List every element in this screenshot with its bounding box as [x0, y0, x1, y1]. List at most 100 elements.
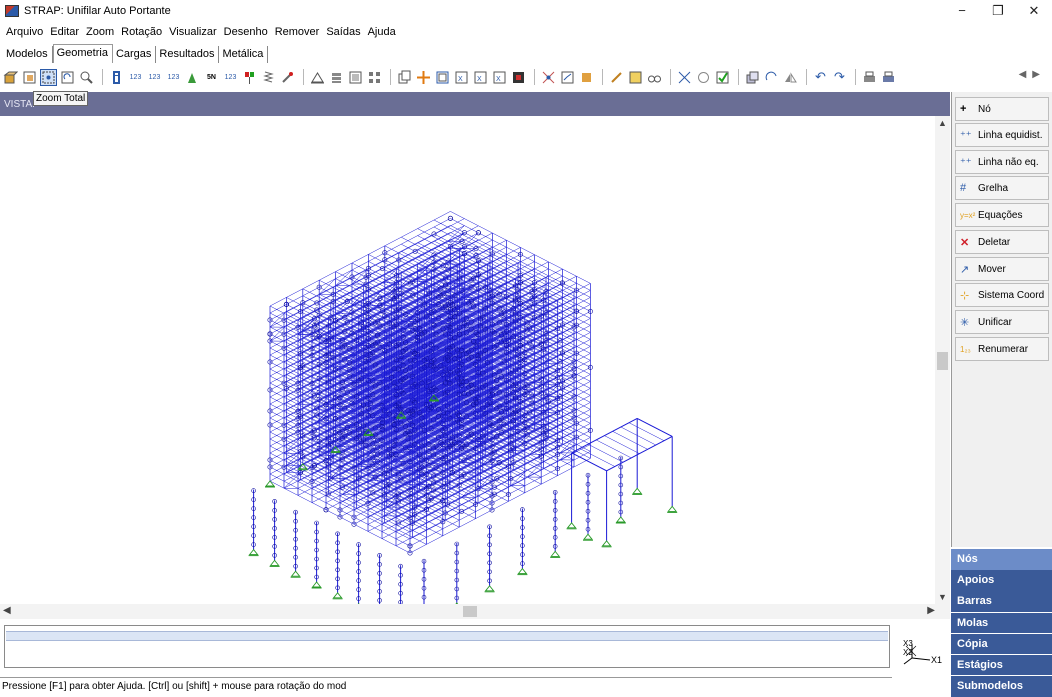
menu-saidas[interactable]: Saídas [324, 26, 365, 38]
info-icon[interactable] [108, 69, 125, 86]
springs-display-icon[interactable] [260, 69, 277, 86]
category-submodelos[interactable]: Submodelos [951, 676, 1052, 697]
unify-nodes-icon[interactable] [676, 69, 693, 86]
print-preview-icon[interactable] [880, 69, 897, 86]
menu-desenho[interactable]: Desenho [222, 26, 273, 38]
horizontal-scroll-thumb[interactable] [463, 606, 477, 617]
model-canvas[interactable] [0, 116, 935, 604]
vertical-scroll-thumb[interactable] [937, 352, 948, 370]
scroll-right-icon[interactable]: ▶ [927, 605, 935, 616]
move-cross-icon[interactable] [415, 69, 432, 86]
horizontal-scrollbar[interactable]: ◀ ▶ [0, 604, 950, 619]
toolbar-separator [390, 69, 391, 85]
tab-resultados[interactable]: Resultados [156, 46, 219, 63]
glasses-icon[interactable] [646, 69, 663, 86]
layers-icon[interactable] [328, 69, 345, 86]
local-axes-icon[interactable] [279, 69, 296, 86]
scroll-left-icon[interactable]: ◀ [3, 605, 11, 616]
render-solid-icon[interactable] [510, 69, 527, 86]
grid-button[interactable]: # Grelha [955, 176, 1049, 200]
tab-modelos[interactable]: Modelos [3, 46, 53, 63]
verify-icon[interactable] [714, 69, 731, 86]
properties-display-icon[interactable]: 123 [222, 69, 239, 86]
zoom-total-icon[interactable] [40, 69, 57, 86]
restore-button[interactable]: ❐ [980, 0, 1016, 22]
notes-icon[interactable] [627, 69, 644, 86]
add-node-button[interactable]: + Nó [955, 97, 1049, 121]
close-button[interactable]: ✕ [1016, 0, 1052, 22]
button-label: Renumerar [978, 344, 1028, 355]
equidistant-line-button[interactable]: ⁺⁺ Linha equidist. [955, 123, 1049, 147]
unify-button[interactable]: ✳ Unificar [955, 310, 1049, 334]
menu-editar[interactable]: Editar [48, 26, 84, 38]
element-numbers-icon[interactable]: 123 [165, 69, 182, 86]
node-numbers-icon[interactable]: 123 [127, 69, 144, 86]
menu-remover[interactable]: Remover [273, 26, 325, 38]
check-geometry-icon[interactable] [695, 69, 712, 86]
minimize-button[interactable]: − [944, 0, 980, 22]
button-label: Mover [978, 264, 1006, 275]
duplicate-icon[interactable] [744, 69, 761, 86]
zoom-rotate-icon[interactable] [59, 69, 76, 86]
tab-cargas[interactable]: Cargas [113, 46, 156, 63]
move-button[interactable]: ↗ Mover [955, 257, 1049, 281]
menu-ajuda[interactable]: Ajuda [366, 26, 401, 38]
delete-button[interactable]: ✕ Deletar [955, 230, 1049, 254]
triangle-display-icon[interactable] [309, 69, 326, 86]
material-display-icon[interactable] [241, 69, 258, 86]
view-x3-icon[interactable]: X [491, 69, 508, 86]
plane-icon[interactable] [347, 69, 364, 86]
equations-icon: y=x² [960, 211, 978, 220]
view-3d-icon[interactable] [2, 69, 19, 86]
zoom-magnifier-icon[interactable] [78, 69, 95, 86]
button-label: Sistema Coord [978, 290, 1044, 301]
renumber-button[interactable]: 1₂₃ Renumerar [955, 337, 1049, 361]
select-nodes-icon[interactable] [540, 69, 557, 86]
menu-rotacao[interactable]: Rotação [119, 26, 167, 38]
print-icon[interactable] [861, 69, 878, 86]
member-numbers-icon[interactable]: 123 [146, 69, 163, 86]
view-x1-icon[interactable]: X [453, 69, 470, 86]
equations-button[interactable]: y=x² Equações [955, 203, 1049, 227]
structure-3d-model[interactable] [0, 116, 935, 604]
category-apoios[interactable]: Apoios [951, 570, 1052, 591]
category-copia[interactable]: Cópia [951, 634, 1052, 655]
toolbar-scroll-arrows-icon[interactable]: ◀▶ [1019, 69, 1046, 80]
copy-model-icon[interactable] [396, 69, 413, 86]
mirror-icon[interactable] [782, 69, 799, 86]
rotate-copy-icon[interactable] [763, 69, 780, 86]
view-frame-icon[interactable] [434, 69, 451, 86]
view-x2-icon[interactable]: X [472, 69, 489, 86]
menu-arquivo[interactable]: Arquivo [4, 26, 48, 38]
toolbar-separator [806, 69, 807, 85]
select-members-icon[interactable] [559, 69, 576, 86]
undo-icon[interactable]: ↶ [812, 69, 829, 86]
scroll-up-icon[interactable]: ▲ [938, 118, 947, 128]
coordinate-system-button[interactable]: ⊹ Sistema Coord [955, 283, 1049, 307]
category-nos[interactable]: Nós [951, 549, 1052, 570]
check-tool-icon[interactable] [608, 69, 625, 86]
vertical-scrollbar[interactable]: ▲ ▼ [935, 116, 950, 604]
svg-text:X: X [458, 76, 463, 83]
category-estagios[interactable]: Estágios [951, 655, 1052, 676]
tab-metalica[interactable]: Metálica [219, 46, 268, 63]
scroll-down-icon[interactable]: ▼ [938, 592, 947, 602]
menu-visualizar[interactable]: Visualizar [167, 26, 222, 38]
tab-geometria[interactable]: Geometria [53, 44, 113, 63]
select-elements-icon[interactable] [578, 69, 595, 86]
window-controls: − ❐ ✕ [944, 0, 1052, 22]
section-display-icon[interactable]: 5N [203, 69, 220, 86]
svg-text:X: X [496, 76, 501, 83]
zoom-window-icon[interactable] [21, 69, 38, 86]
redo-icon[interactable]: ↷ [831, 69, 848, 86]
grid-points-icon[interactable] [366, 69, 383, 86]
category-list: Nós Apoios Barras Molas Cópia Estágios S… [951, 549, 1052, 697]
non-equidistant-line-button[interactable]: ⁺⁺ Linha não eq. [955, 150, 1049, 174]
title-bar: STRAP: Unifilar Auto Portante − ❐ ✕ [0, 0, 1052, 22]
message-area[interactable] [4, 625, 890, 668]
supports-display-icon[interactable] [184, 69, 201, 86]
equidistant-line-icon: ⁺⁺ [960, 129, 978, 142]
menu-zoom[interactable]: Zoom [84, 26, 119, 38]
category-molas[interactable]: Molas [951, 613, 1052, 634]
category-barras[interactable]: Barras [951, 591, 1052, 612]
